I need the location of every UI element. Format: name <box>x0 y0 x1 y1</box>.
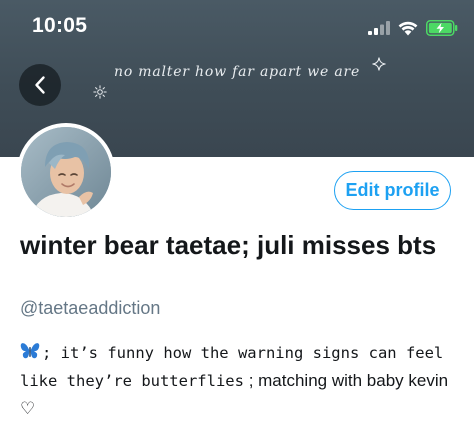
sun-doodle-icon <box>93 85 107 99</box>
status-icons <box>368 18 458 38</box>
display-name: winter bear taetae; juli misses bts <box>20 230 437 260</box>
wifi-icon <box>398 21 418 35</box>
banner-handwritten-text: no malter how far apart we are <box>114 64 361 80</box>
avatar-photo <box>21 127 111 217</box>
battery-charging-icon <box>426 20 458 36</box>
status-bar: 10:05 <box>0 0 474 52</box>
back-arrow-icon <box>35 76 45 94</box>
profile-handle[interactable]: @taetaeaddiction <box>20 298 160 319</box>
back-button[interactable] <box>19 64 61 106</box>
sparkle-icon <box>372 57 386 71</box>
signal-icon <box>368 21 390 35</box>
profile-bio: ; it’s funny how the warning signs can f… <box>20 339 460 422</box>
avatar[interactable] <box>17 123 115 221</box>
butterfly-icon <box>20 343 40 359</box>
status-time: 10:05 <box>32 14 88 37</box>
edit-profile-button[interactable]: Edit profile <box>334 171 451 210</box>
